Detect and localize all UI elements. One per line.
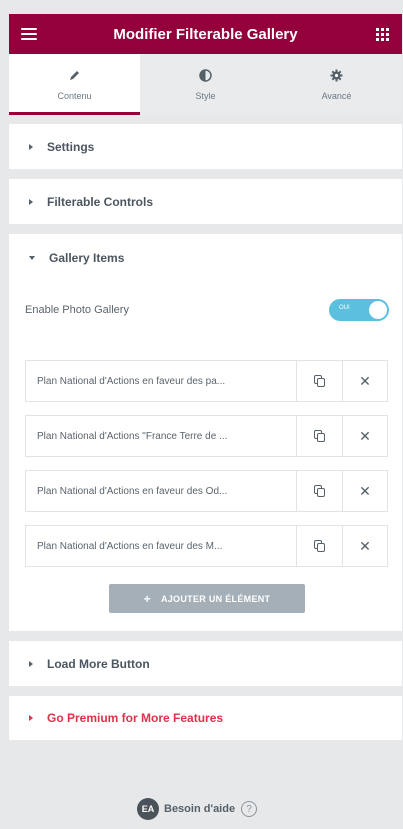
enable-photo-gallery-toggle[interactable]: OUI — [329, 299, 389, 321]
gallery-item[interactable]: Plan National d'Actions en faveur des M.… — [25, 525, 388, 567]
caret-right-icon — [29, 143, 33, 150]
section-title: Gallery Items — [49, 251, 125, 265]
contrast-icon — [199, 69, 213, 83]
tab-label: Avancé — [321, 90, 352, 101]
section-filterable-controls[interactable]: Filterable Controls — [9, 179, 402, 224]
close-icon: ✕ — [359, 483, 371, 499]
section-title: Filterable Controls — [47, 194, 154, 209]
toggle-knob — [369, 301, 387, 319]
section-title: Go Premium for More Features — [47, 711, 224, 725]
pencil-icon — [68, 69, 82, 83]
tab-avance[interactable]: Avancé — [271, 54, 402, 115]
tab-label: Style — [195, 90, 216, 101]
close-icon: ✕ — [359, 373, 371, 389]
plus-icon: + — [143, 591, 151, 606]
gallery-item-title[interactable]: Plan National d'Actions en faveur des Od… — [26, 471, 297, 511]
section-load-more[interactable]: Load More Button — [9, 641, 402, 686]
ea-logo: EA — [137, 798, 159, 820]
add-item-button[interactable]: + AJOUTER UN ÉLÉMENT — [109, 584, 305, 613]
caret-right-icon — [29, 198, 33, 205]
question-icon: ? — [241, 801, 258, 817]
remove-button[interactable]: ✕ — [342, 526, 387, 566]
panel-footer: EA Besoin d'aide ? — [9, 740, 402, 829]
duplicate-icon — [313, 540, 326, 552]
remove-button[interactable]: ✕ — [342, 471, 387, 511]
gallery-item-title[interactable]: Plan National d'Actions en faveur des pa… — [26, 361, 297, 401]
panel-header: Modifier Filterable Gallery — [9, 14, 402, 54]
enable-photo-gallery-row: Enable Photo Gallery OUI — [25, 298, 389, 322]
remove-button[interactable]: ✕ — [342, 361, 387, 401]
gallery-item-title[interactable]: Plan National d'Actions en faveur des M.… — [26, 526, 297, 566]
toggle-label: Enable Photo Gallery — [25, 304, 129, 316]
panel-tabs: Contenu Style Avancé — [9, 54, 402, 115]
section-title: Settings — [47, 139, 95, 154]
tab-style[interactable]: Style — [140, 54, 271, 115]
duplicate-button[interactable] — [297, 361, 342, 401]
close-icon: ✕ — [359, 428, 371, 444]
gallery-items-panel: Enable Photo Gallery OUI Plan National d… — [9, 282, 402, 631]
duplicate-icon — [313, 375, 326, 387]
widgets-grid-icon[interactable] — [362, 14, 402, 54]
gallery-item-title[interactable]: Plan National d'Actions "France Terre de… — [26, 416, 297, 456]
duplicate-button[interactable] — [297, 471, 342, 511]
tab-label: Contenu — [57, 90, 92, 101]
add-item-label: AJOUTER UN ÉLÉMENT — [160, 593, 271, 604]
duplicate-button[interactable] — [297, 416, 342, 456]
help-link[interactable]: EA Besoin d'aide ? — [137, 798, 258, 820]
section-gallery-items[interactable]: Gallery Items — [9, 234, 402, 282]
gallery-item[interactable]: Plan National d'Actions "France Terre de… — [25, 415, 388, 457]
gallery-item[interactable]: Plan National d'Actions en faveur des pa… — [25, 360, 388, 402]
toggle-state-text: OUI — [339, 305, 350, 311]
gallery-item[interactable]: Plan National d'Actions en faveur des Od… — [25, 470, 388, 512]
close-icon: ✕ — [359, 538, 371, 554]
remove-button[interactable]: ✕ — [342, 416, 387, 456]
duplicate-icon — [313, 485, 326, 497]
duplicate-icon — [313, 430, 326, 442]
help-text: Besoin d'aide — [164, 803, 236, 815]
section-title: Load More Button — [47, 656, 150, 671]
gear-icon — [330, 69, 344, 83]
section-settings[interactable]: Settings — [9, 124, 402, 169]
panel-title: Modifier Filterable Gallery — [113, 25, 298, 43]
section-go-premium[interactable]: Go Premium for More Features — [9, 696, 402, 740]
caret-down-icon — [29, 256, 35, 260]
hamburger-menu-icon[interactable] — [9, 14, 49, 54]
caret-right-icon — [29, 660, 33, 667]
tab-contenu[interactable]: Contenu — [9, 54, 140, 115]
caret-right-icon — [29, 715, 33, 721]
duplicate-button[interactable] — [297, 526, 342, 566]
